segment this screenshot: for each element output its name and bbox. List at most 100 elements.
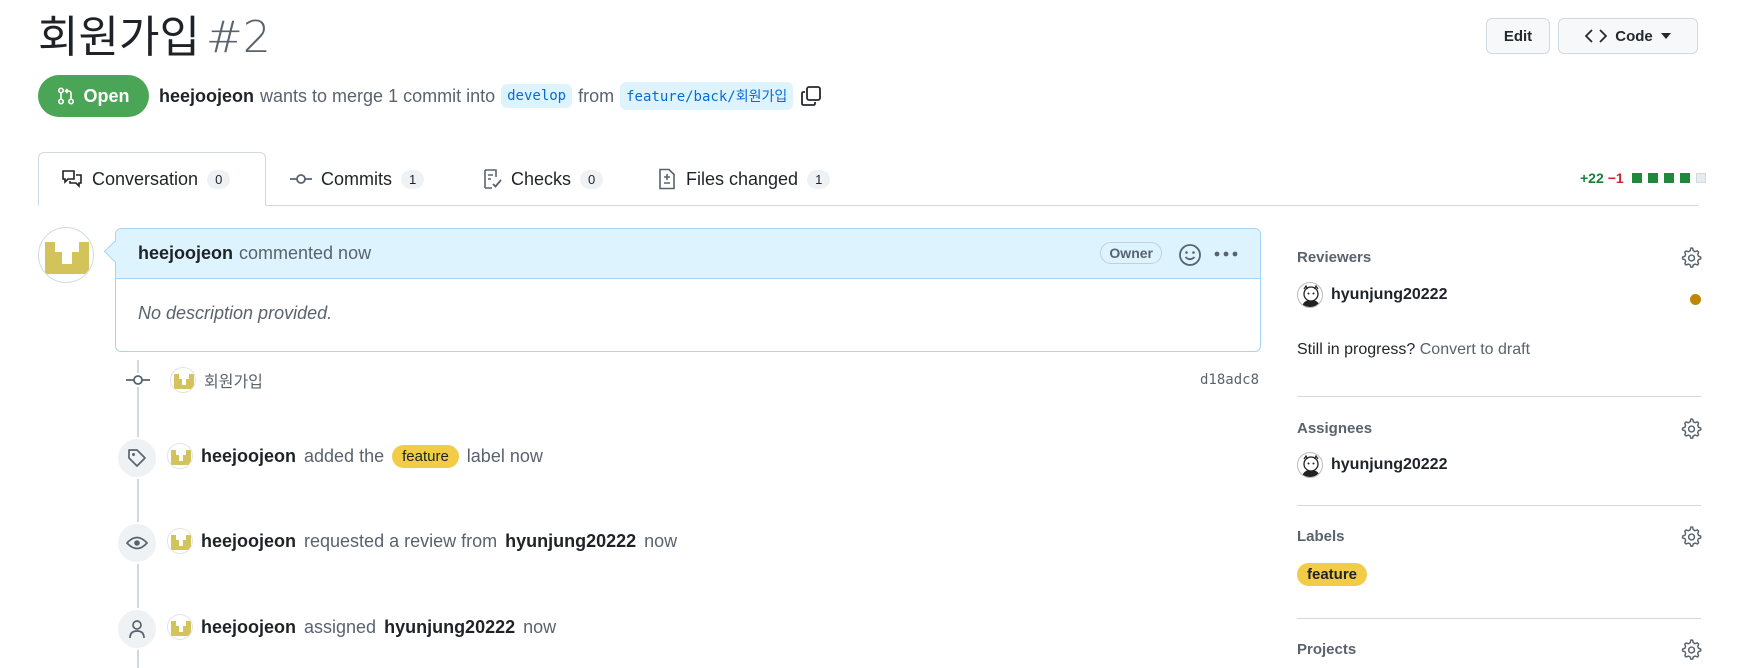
- file-diff-icon: [659, 168, 675, 190]
- draft-prefix: Still in progress?: [1297, 341, 1416, 358]
- commit-icon: [126, 373, 150, 387]
- gear-icon[interactable]: [1680, 639, 1702, 661]
- avatar[interactable]: [38, 227, 94, 283]
- person-badge: [116, 608, 158, 650]
- gear-icon[interactable]: [1680, 418, 1702, 440]
- tab-conversation-label: Conversation: [92, 168, 199, 189]
- pr-author-link[interactable]: heejoojeon: [159, 86, 254, 107]
- avatar[interactable]: [167, 614, 193, 640]
- comment-header: heejoojeon commented now Owner: [116, 229, 1260, 279]
- user-avatar-illustration: [1302, 284, 1320, 307]
- tab-files-changed-label: Files changed: [686, 168, 799, 189]
- diffstat-deletions: −1: [1607, 170, 1624, 186]
- draft-prompt: Still in progress? Convert to draft: [1297, 341, 1530, 359]
- avatar[interactable]: [167, 528, 193, 554]
- identicon: [171, 621, 191, 636]
- assignee-username: hyunjung20222: [1331, 456, 1448, 473]
- event-actor[interactable]: heejoojeon: [201, 531, 296, 552]
- code-button[interactable]: Code: [1558, 18, 1698, 54]
- commit-sha[interactable]: d18adc8: [1200, 372, 1259, 388]
- diffstat-block: [1631, 173, 1642, 183]
- copy-icon[interactable]: [799, 84, 823, 108]
- gear-icon[interactable]: [1680, 526, 1702, 548]
- diffstat-block: [1695, 173, 1706, 183]
- event-text: added the: [304, 445, 385, 466]
- tab-commits-label: Commits: [321, 168, 392, 189]
- head-branch[interactable]: feature/back/회원가입: [620, 82, 794, 110]
- pr-title: 회원가입 #2: [38, 10, 271, 66]
- event-text: now: [523, 616, 557, 637]
- diffstat-block: [1647, 173, 1658, 183]
- tab-files-changed-count: 1: [807, 169, 831, 189]
- event-text: now: [644, 530, 678, 551]
- avatar[interactable]: [170, 367, 196, 393]
- tag-badge: [116, 437, 158, 479]
- assignee-user[interactable]: hyunjung20222: [1297, 452, 1447, 478]
- person-icon: [129, 620, 145, 639]
- code-button-label: Code: [1615, 27, 1653, 45]
- conversation-icon: [62, 170, 82, 188]
- tab-conversation[interactable]: Conversation 0: [38, 152, 266, 206]
- kebab-horizontal-icon[interactable]: [1214, 251, 1238, 257]
- pr-from-text: from: [578, 85, 615, 106]
- reviewer-username: hyunjung20222: [1331, 286, 1448, 303]
- user-avatar-illustration: [1302, 454, 1320, 477]
- event-actor[interactable]: heejoojeon: [201, 617, 296, 638]
- tab-checks[interactable]: Checks 0: [482, 152, 604, 206]
- event-target[interactable]: hyunjung20222: [384, 617, 515, 638]
- sidebar-divider: [1297, 396, 1701, 397]
- commit-message[interactable]: 회원가입: [204, 368, 263, 392]
- tab-conversation-count: 0: [207, 169, 231, 189]
- label-feature[interactable]: feature: [392, 444, 459, 468]
- pull-request-icon: [58, 87, 75, 105]
- commit-row: 회원가입: [170, 367, 263, 393]
- owner-badge: Owner: [1100, 242, 1162, 264]
- comment-author[interactable]: heejoojeon: [138, 243, 233, 264]
- pr-merge-text: wants to merge 1 commit into: [260, 85, 496, 106]
- pr-state-badge: Open: [38, 75, 149, 117]
- assign-event: heejoojeon assigned hyunjung20222 now: [167, 614, 556, 640]
- gear-icon[interactable]: [1680, 247, 1702, 269]
- identicon: [174, 374, 194, 389]
- convert-to-draft-link[interactable]: Convert to draft: [1420, 341, 1530, 358]
- edit-button[interactable]: Edit: [1486, 18, 1550, 54]
- edit-button-label: Edit: [1503, 27, 1533, 45]
- comment-action: commented now: [239, 243, 372, 263]
- tabs-divider: [38, 205, 1698, 206]
- tab-commits[interactable]: Commits 1: [290, 152, 425, 206]
- base-branch[interactable]: develop: [501, 84, 573, 108]
- diffstat-additions: +22: [1580, 170, 1604, 186]
- sidebar-divider: [1297, 505, 1701, 506]
- avatar: [1297, 282, 1323, 308]
- sidebar-label-feature[interactable]: feature: [1297, 563, 1368, 586]
- avatar[interactable]: [167, 443, 193, 469]
- identicon: [171, 535, 191, 550]
- review-request-event: heejoojeon requested a review from hyunj…: [167, 528, 677, 554]
- sidebar-divider: [1297, 618, 1701, 619]
- reviewers-heading: Reviewers: [1297, 249, 1372, 266]
- event-target[interactable]: hyunjung20222: [505, 531, 636, 552]
- event-text: requested a review from: [304, 530, 498, 551]
- pr-number: #2: [205, 12, 271, 63]
- checklist-icon: [484, 169, 502, 189]
- event-text: assigned: [304, 616, 377, 637]
- comment-body: No description provided.: [138, 303, 333, 323]
- tab-files-changed[interactable]: Files changed 1: [657, 152, 831, 206]
- eye-badge: [116, 522, 158, 564]
- tab-checks-count: 0: [580, 169, 604, 189]
- tab-commits-count: 1: [401, 169, 425, 189]
- code-icon: [1585, 29, 1608, 43]
- pr-title-text: 회원가입: [38, 12, 200, 63]
- pr-state-label: Open: [83, 85, 130, 106]
- event-actor[interactable]: heejoojeon: [201, 446, 296, 467]
- assignees-heading: Assignees: [1297, 420, 1373, 437]
- eye-icon: [126, 536, 148, 550]
- smiley-icon[interactable]: [1178, 243, 1202, 267]
- pending-review-dot: [1690, 294, 1701, 305]
- reviewer-user[interactable]: hyunjung20222: [1297, 282, 1447, 308]
- tab-checks-label: Checks: [511, 168, 572, 189]
- comment-box: heejoojeon commented now Owner No descri…: [115, 228, 1261, 352]
- labels-heading: Labels: [1297, 528, 1345, 545]
- commit-icon: [290, 174, 312, 184]
- avatar: [1297, 452, 1323, 478]
